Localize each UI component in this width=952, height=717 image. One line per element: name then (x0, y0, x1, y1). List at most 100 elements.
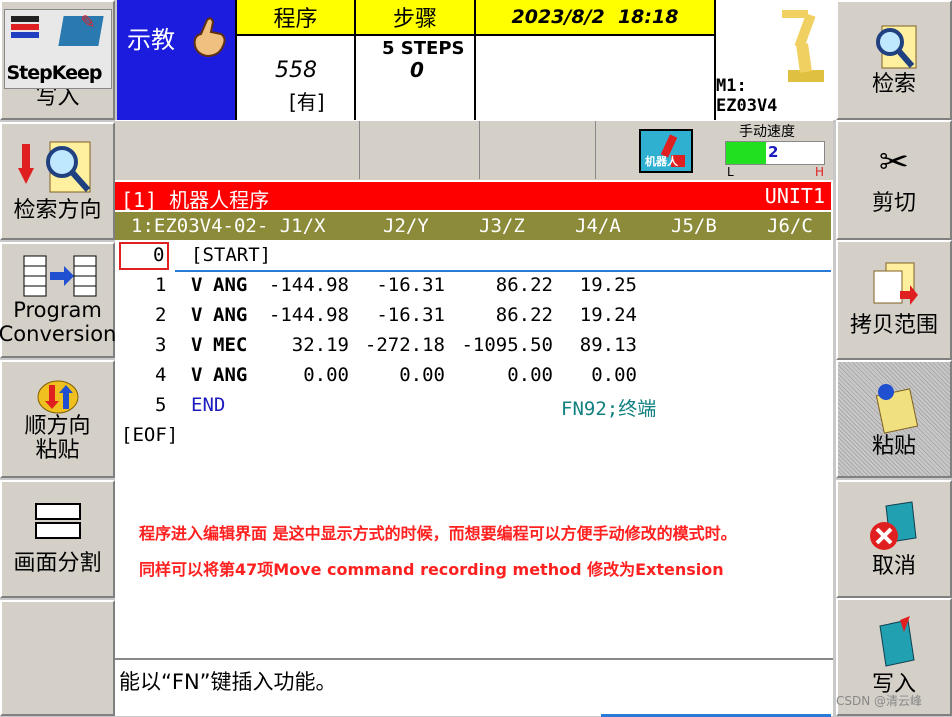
manual-speed-label: 手动速度 (739, 124, 795, 140)
value-j2: 0.00 (399, 364, 445, 386)
program-conversion-label-2: Conversion (0, 322, 117, 346)
step-current: 0 (410, 58, 424, 82)
value-j1: 32.19 (291, 334, 349, 356)
line-flag: V (191, 274, 203, 296)
copy-range-button[interactable]: 拷贝范围 (836, 240, 952, 360)
cancel-icon (870, 501, 917, 550)
cut-label: 剪切 (871, 191, 916, 216)
annotation-line-1: 程序进入编辑界面 是这中显示方式的时候，而想要编程可以方便手动修改的模式时。 (139, 524, 737, 543)
line-number: 3 (155, 334, 167, 356)
program-number-panel: 程序 558 [有] (235, 0, 356, 120)
value-j3: -1095.50 (461, 334, 553, 356)
program-number: 558 (275, 58, 317, 83)
manual-speed-panel: 手动速度 2 L H (715, 121, 831, 181)
line-flag: V (191, 364, 203, 386)
mode-label: 示教 (127, 26, 175, 54)
column-header-j5: J5/B (671, 215, 717, 237)
program-conversion-button[interactable]: Program Conversion (0, 242, 117, 358)
column-header-bar: 1:EZ03V4-02- J1/X J2/Y J3/Z J4/A J5/B J6… (115, 212, 831, 240)
step-panel: 步骤 5 STEPS 0 (356, 0, 476, 120)
value-j3: 86.22 (495, 274, 553, 296)
watermark: CSDN @清云峰 (836, 694, 923, 708)
value-j2: -16.31 (376, 304, 445, 326)
robot-arm-icon (782, 10, 824, 82)
annotation-line-2: 同样可以将第47项Move command recording method 修… (139, 560, 724, 579)
copy-range-icon (873, 262, 918, 305)
search-icon (876, 25, 917, 69)
column-header-j6: J6/C (767, 215, 813, 237)
split-screen-button[interactable]: 画面分割 (0, 480, 115, 598)
search-button[interactable]: 检索 (836, 0, 952, 120)
value-j4: 19.25 (579, 274, 637, 296)
machine-panel: M1: EZ03V4 (716, 0, 836, 120)
end-line-number: 5 (155, 394, 167, 416)
split-screen-icon (34, 503, 81, 539)
paste-icon (875, 384, 919, 434)
manual-speed-gauge[interactable]: 2 (725, 141, 825, 165)
start-line-number: 0 (153, 244, 165, 266)
speed-low-label: L (727, 165, 734, 179)
cancel-button[interactable]: 取消 (836, 480, 952, 598)
program-title: [1] 机器人程序 (121, 188, 270, 212)
value-j1: -144.98 (268, 304, 349, 326)
paste-forward-icon (37, 380, 78, 414)
status-bar: 能以“FN”键插入功能。 (115, 658, 833, 717)
teach-mode-indicator: 示教 (117, 0, 235, 120)
value-j3: 0.00 (507, 364, 553, 386)
step-label: 步骤 (356, 0, 474, 36)
write-icon (879, 616, 915, 667)
hand-icon (193, 17, 226, 58)
paste-forward-button[interactable]: 顺方向 粘贴 (0, 360, 115, 478)
program-editor: [1] 机器人程序 UNIT1 1:EZ03V4-02- J1/X J2/Y J… (115, 180, 833, 658)
machine-line1: M1: (716, 76, 747, 96)
scissors-icon: ✂ (878, 142, 910, 183)
stepkeep-write-button[interactable]: ✎ StepKeep 写入 (0, 0, 115, 120)
program-title-bar: [1] 机器人程序 UNIT1 (115, 182, 831, 212)
cut-button[interactable]: ✂ 剪切 (836, 120, 952, 240)
search-down-icon (17, 141, 90, 193)
program-conversion-label-1: Program (13, 298, 102, 322)
end-line-text: END (191, 394, 226, 416)
column-header-j1: 1:EZ03V4-02- J1/X (131, 215, 326, 237)
steps-total: 5 STEPS (382, 38, 465, 59)
value-j4: 0.00 (591, 364, 637, 386)
datetime: 2023/8/2 18:18 (476, 0, 714, 36)
speed-high-label: H (815, 165, 825, 179)
paste-label: 粘贴 (871, 434, 916, 459)
search-direction-label: 检索方向 (13, 198, 102, 223)
robot-mode-label: 机器人 (645, 155, 678, 168)
line-flag: V (191, 304, 203, 326)
copy-range-label: 拷贝范围 (849, 313, 938, 338)
empty-left-button[interactable] (0, 600, 115, 716)
current-line-underline (175, 270, 831, 272)
line-command: ANG (213, 274, 248, 296)
program-unit: UNIT1 (764, 184, 825, 208)
end-line-comment: FN92;终端 (561, 398, 657, 420)
line-command: MEC (213, 334, 248, 356)
robot-mode-icon[interactable]: 机器人 (639, 129, 693, 173)
line-flag: V (191, 334, 203, 356)
value-j3: 86.22 (495, 304, 553, 326)
line-number: 1 (155, 274, 167, 296)
paste-forward-label-2: 粘贴 (35, 438, 80, 463)
line-number: 4 (155, 364, 167, 386)
value-j4: 19.24 (579, 304, 637, 326)
info-toolbar: 机器人 手动速度 2 L H (115, 120, 833, 180)
column-header-j4: J4/A (575, 215, 621, 237)
value-j1: 0.00 (303, 364, 349, 386)
paste-button[interactable]: 粘贴 (836, 360, 952, 478)
program-status: [有] (289, 90, 325, 114)
machine-line2: EZ03V4 (716, 96, 778, 116)
cancel-label: 取消 (871, 554, 916, 579)
start-line-text: [START] (191, 244, 272, 266)
stepkeep-write-icon: ✎ StepKeep (3, 9, 112, 89)
search-label: 检索 (871, 72, 916, 97)
search-direction-button[interactable]: 检索方向 (0, 122, 115, 240)
value-j2: -272.18 (364, 334, 445, 356)
split-screen-label: 画面分割 (13, 551, 102, 576)
eof-marker: [EOF] (121, 424, 179, 446)
value-j1: -144.98 (268, 274, 349, 296)
value-j4: 89.13 (579, 334, 637, 356)
paste-forward-label-1: 顺方向 (24, 414, 91, 439)
column-header-j3: J3/Z (479, 215, 525, 237)
